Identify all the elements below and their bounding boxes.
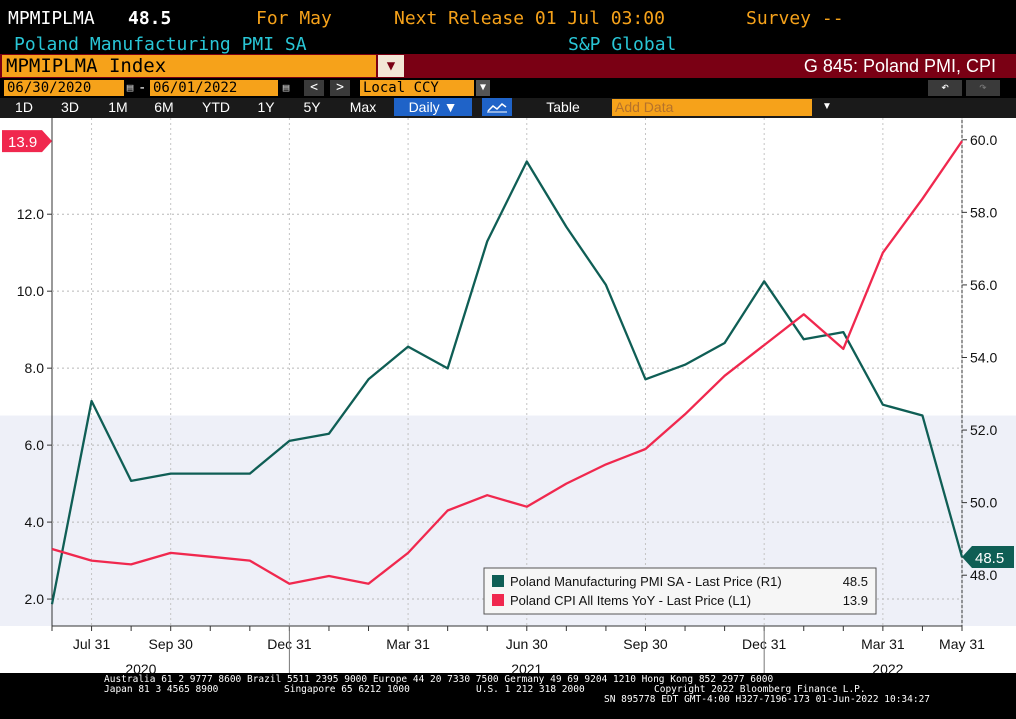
end-date-input[interactable]: 06/01/2022 bbox=[150, 80, 278, 96]
pmi-legend-swatch bbox=[492, 575, 504, 587]
calendar-icon[interactable]: ▤ bbox=[124, 80, 136, 96]
security-header: MPMIPLMA 48.5 For May Next Release 01 Ju… bbox=[0, 0, 1016, 34]
range-1m[interactable]: 1M bbox=[98, 98, 138, 116]
security-name: Poland Manufacturing PMI SA bbox=[14, 34, 307, 55]
start-date-input[interactable]: 06/30/2020 bbox=[4, 80, 124, 96]
line-chart-icon bbox=[487, 103, 507, 113]
range-max[interactable]: Max bbox=[340, 98, 386, 116]
legend-label: Poland CPI All Items YoY - Last Price (L… bbox=[510, 593, 751, 608]
left-tick-label: 2.0 bbox=[25, 591, 45, 607]
left-tick-label: 6.0 bbox=[25, 437, 45, 453]
line-chart: 2.0 4.0 6.0 8.0 10.0 12.0 48.0 50.0 52.0 54.0 56.0… bbox=[0, 118, 1016, 677]
x-tick-label: Jun 30 bbox=[506, 636, 548, 652]
security-dropdown[interactable]: ▼ bbox=[378, 55, 404, 77]
legend-value: 48.5 bbox=[843, 574, 868, 589]
range-ytd[interactable]: YTD bbox=[192, 98, 240, 116]
x-tick-label: Sep 30 bbox=[623, 636, 668, 652]
right-tick-label: 48.0 bbox=[970, 567, 997, 583]
range-6m[interactable]: 6M bbox=[144, 98, 184, 116]
table-button[interactable]: Table bbox=[532, 98, 594, 116]
chart-area[interactable]: 2.0 4.0 6.0 8.0 10.0 12.0 48.0 50.0 52.0 54.0 56.0… bbox=[0, 118, 1016, 677]
range-5y[interactable]: 5Y bbox=[294, 98, 330, 116]
security-input[interactable]: MPMIPLMA Index bbox=[2, 55, 376, 77]
graph-name: G 845: Poland PMI, CPI bbox=[803, 56, 996, 76]
add-data-dropdown-icon[interactable]: ▼ bbox=[820, 98, 834, 116]
next-period-button[interactable]: > bbox=[330, 80, 350, 96]
add-data-input[interactable]: Add Data bbox=[612, 99, 812, 116]
security-subheader: Poland Manufacturing PMI SA S&P Global bbox=[0, 34, 1016, 55]
x-tick-label: Sep 30 bbox=[149, 636, 194, 652]
calendar-icon[interactable]: ▤ bbox=[280, 80, 292, 96]
year-label: 2020 bbox=[125, 661, 156, 673]
left-tick-label: 8.0 bbox=[25, 360, 45, 376]
right-tick-label: 60.0 bbox=[970, 132, 997, 148]
legend-label: Poland Manufacturing PMI SA - Last Price… bbox=[510, 574, 782, 589]
footer-contacts-us: U.S. 1 212 318 2000 bbox=[476, 684, 585, 695]
currency-dropdown-icon[interactable]: ▼ bbox=[476, 80, 490, 96]
footer-contacts-singapore: Singapore 65 6212 1000 bbox=[284, 684, 410, 695]
footer-session: SN 895778 EDT GMT-4:00 H327-7196-173 01-… bbox=[604, 694, 931, 705]
redo-button[interactable]: ↷ bbox=[966, 80, 1000, 96]
prev-period-button[interactable]: < bbox=[304, 80, 324, 96]
footer-contacts-japan: Japan 81 3 4565 8900 bbox=[104, 684, 219, 695]
period-label: For May bbox=[256, 8, 332, 29]
ticker: MPMIPLMA bbox=[8, 8, 95, 29]
date-separator: - bbox=[138, 80, 147, 96]
x-tick-label: Jul 31 bbox=[73, 636, 111, 652]
year-label: 2022 bbox=[872, 661, 903, 673]
footer: Australia 61 2 9777 8600 Brazil 5511 239… bbox=[0, 673, 1016, 719]
range-1d[interactable]: 1D bbox=[6, 98, 42, 116]
x-tick-label: Mar 31 bbox=[386, 636, 430, 652]
left-tick-label: 4.0 bbox=[25, 514, 45, 530]
right-tick-label: 58.0 bbox=[970, 204, 997, 220]
range-1y[interactable]: 1Y bbox=[248, 98, 284, 116]
right-tick-label: 56.0 bbox=[970, 277, 997, 293]
next-release: Next Release 01 Jul 03:00 bbox=[394, 8, 665, 29]
pmi-last-value-label: 48.5 bbox=[975, 550, 1004, 567]
currency-select[interactable]: Local CCY bbox=[360, 80, 474, 96]
dropdown-icon: ▼ bbox=[386, 58, 396, 74]
legend-value: 13.9 bbox=[843, 593, 868, 608]
survey: Survey -- bbox=[746, 8, 844, 29]
range-3d[interactable]: 3D bbox=[52, 98, 88, 116]
last-value: 48.5 bbox=[128, 8, 172, 29]
source: S&P Global bbox=[568, 34, 677, 55]
right-tick-label: 52.0 bbox=[970, 422, 997, 438]
cpi-legend-swatch bbox=[492, 594, 504, 606]
year-label: 2021 bbox=[511, 661, 542, 673]
undo-button[interactable]: ↶ bbox=[928, 80, 962, 96]
chart-type-button[interactable] bbox=[482, 98, 512, 116]
left-tick-label: 12.0 bbox=[17, 206, 44, 222]
left-tick-label: 10.0 bbox=[17, 283, 44, 299]
frequency-select[interactable]: Daily ▼ bbox=[394, 98, 472, 116]
x-tick-label: May 31 bbox=[939, 636, 985, 652]
cpi-last-value-label: 13.9 bbox=[8, 134, 37, 151]
right-tick-label: 50.0 bbox=[970, 495, 997, 511]
right-tick-label: 54.0 bbox=[970, 349, 997, 365]
x-tick-label: Mar 31 bbox=[861, 636, 905, 652]
